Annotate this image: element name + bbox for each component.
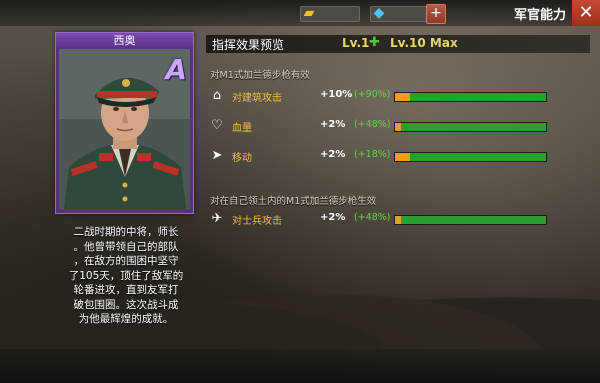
bio-line: 破包围圈。这次战斗成 — [73, 298, 179, 311]
effect-progress-fill — [395, 216, 402, 224]
effect-progress-fill — [395, 153, 411, 161]
gem-resource: ◆ — [370, 5, 430, 22]
effect-preview-header: 指挥效果预览 Lv.1 ✚ Lv.10 Max — [206, 35, 590, 53]
bio-line: 了105天，顶住了敌军的 — [68, 269, 184, 282]
close-button[interactable]: ✕ — [572, 0, 600, 26]
effect-value: +2% — [320, 212, 346, 223]
effect-progress-bar — [394, 92, 547, 102]
bio-line: 轮番进攻，直到友军打 — [73, 284, 179, 296]
soldier-attack-icon: ✈ — [211, 211, 223, 226]
section-title: 对M1式加兰德步枪有效 — [210, 70, 310, 81]
heart-icon: ♡ — [211, 118, 223, 133]
bio-line: ，在敌方的围困中坚守 — [73, 255, 179, 267]
effect-max-bonus: (+48%) — [354, 212, 391, 223]
effect-progress-fill — [395, 123, 402, 131]
effect-row: ✈ 对士兵攻击 +2% (+48%) — [206, 210, 590, 228]
gold-resource: ▰ — [300, 5, 360, 22]
bio-line: 为他最辉煌的成就。 — [78, 313, 174, 325]
bio-line: 二战时期的中将，师长 — [73, 226, 179, 238]
officer-card[interactable]: 西奥 A — [55, 32, 194, 214]
effect-progress-bar — [394, 215, 547, 225]
current-level: Lv.1 — [342, 36, 370, 50]
effect-value: +2% — [320, 119, 346, 130]
effect-progress-fill — [395, 93, 411, 101]
grade-badge: A — [165, 53, 187, 86]
effect-max-bonus: (+18%) — [354, 149, 391, 160]
max-level: Lv.10 Max — [390, 36, 458, 50]
effect-label: 对建筑攻击 — [232, 93, 282, 104]
effect-value: +2% — [320, 149, 346, 160]
effect-progress-bar — [394, 152, 547, 162]
effect-max-bonus: (+90%) — [354, 89, 391, 100]
effect-max-bonus: (+48%) — [354, 119, 391, 130]
gold-bar-icon: ▰ — [303, 5, 315, 21]
add-gems-button[interactable]: + — [426, 4, 446, 24]
effect-label: 血量 — [232, 123, 252, 134]
screen-title: 军官能力 — [513, 8, 566, 23]
level-arrow-icon: ✚ — [369, 35, 380, 50]
officer-name: 西奥 — [56, 33, 193, 48]
effect-value: +10% — [320, 89, 353, 100]
panel-title: 指挥效果预览 — [212, 38, 285, 52]
effect-label: 移动 — [232, 153, 252, 164]
officer-bio: 二战时期的中将，师长 。他曾带领自己的部队 ，在敌方的围困中坚守 了105天，顶… — [56, 225, 196, 327]
bio-line: 。他曾带领自己的部队 — [73, 240, 179, 253]
section-title: 对在自己领土内的M1式加兰德步枪生效 — [210, 196, 377, 207]
effect-row: ➤ 移动 +2% (+18%) — [206, 147, 590, 165]
diamond-icon: ◆ — [373, 5, 385, 21]
bottom-bar — [0, 349, 600, 383]
effect-row: ⌂ 对建筑攻击 +10% (+90%) — [206, 87, 590, 105]
boot-icon: ➤ — [211, 148, 223, 163]
effect-progress-bar — [394, 122, 547, 132]
building-attack-icon: ⌂ — [212, 88, 222, 103]
effect-row: ♡ 血量 +2% (+48%) — [206, 117, 590, 135]
effect-label: 对士兵攻击 — [232, 216, 282, 227]
